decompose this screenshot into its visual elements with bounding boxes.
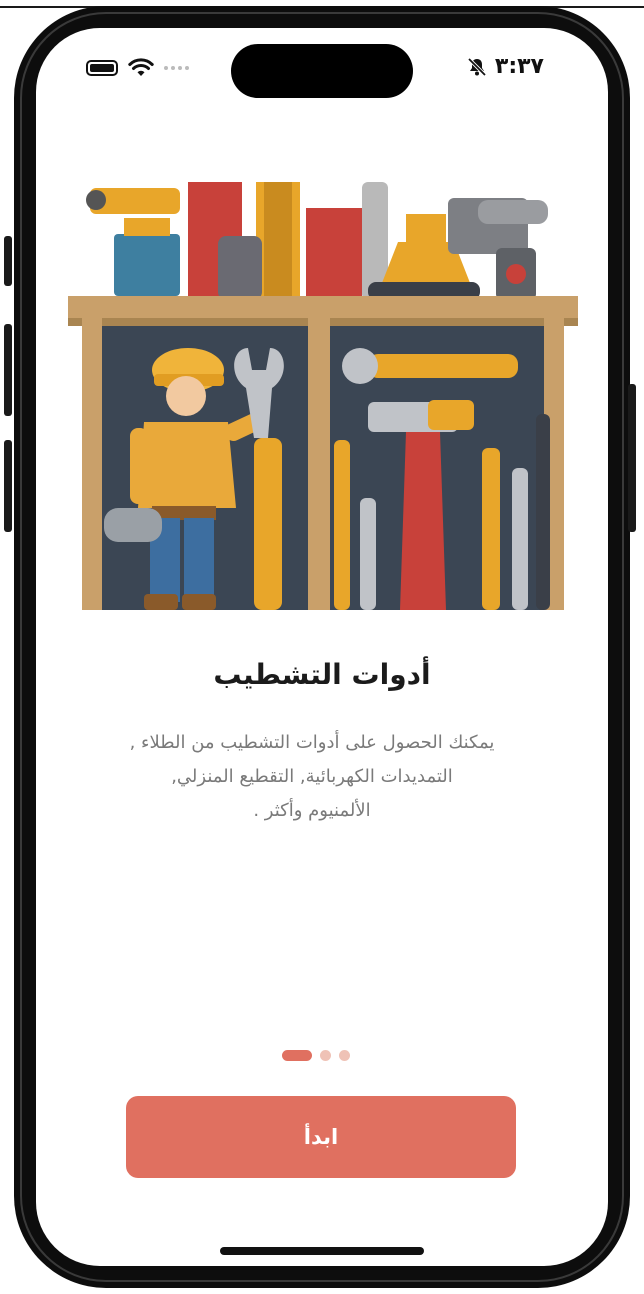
dynamic-island [231, 44, 413, 98]
home-indicator[interactable] [220, 1247, 424, 1255]
battery-icon [86, 60, 118, 76]
description-line: التمديدات الكهربائية, التقطيع المنزلي, [171, 766, 453, 787]
worker-with-tools-illustration [68, 182, 578, 610]
wifi-icon [128, 58, 154, 76]
screen: ٣:٣٧ أدوات التشطيب يمكنك الحصول على أدوا… [36, 28, 608, 1266]
page-indicator-dot[interactable] [339, 1050, 350, 1061]
volume-up-button [4, 324, 12, 416]
status-bar-left [86, 58, 189, 78]
onboarding-description: يمكنك الحصول على أدوات التشطيب من الطلاء… [96, 726, 528, 828]
page-indicator-dot[interactable] [320, 1050, 331, 1061]
description-line: الألمنيوم وأكثر . [253, 800, 371, 821]
page-indicator [282, 1050, 350, 1061]
status-time: ٣:٣٧ [494, 54, 544, 79]
start-button[interactable]: ابدأ [126, 1096, 516, 1178]
status-bar-right: ٣:٣٧ [467, 54, 544, 79]
description-line: يمكنك الحصول على أدوات التشطيب من الطلاء… [129, 732, 495, 753]
onboarding-title: أدوات التشطيب [213, 658, 431, 691]
cellular-dots-icon [164, 66, 189, 70]
bell-slash-icon [467, 57, 487, 76]
volume-down-button [4, 440, 12, 532]
mute-switch [4, 236, 12, 286]
power-button [628, 384, 636, 532]
page-indicator-dot-active[interactable] [282, 1050, 312, 1061]
